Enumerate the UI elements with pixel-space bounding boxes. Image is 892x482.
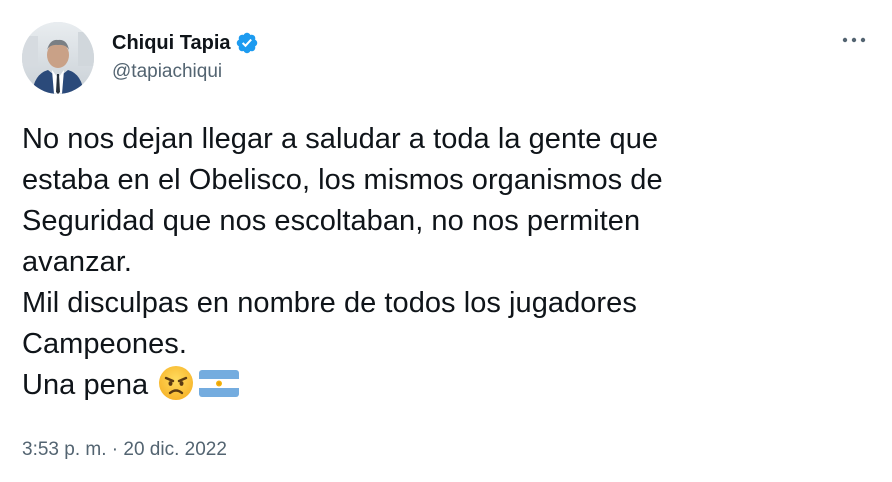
tweet-line: Mil disculpas en nombre de todos los jug… [22,287,637,319]
tweet-last-line: Una pena [22,365,872,406]
display-name[interactable]: Chiqui Tapia [112,30,231,56]
tweet-text: No nos dejan llegar a saludar a toda la … [22,119,872,406]
avatar-image [22,22,94,94]
tweet-line: No nos dejan llegar a saludar a toda la … [22,123,659,155]
tweet-line: Campeones. [22,328,187,360]
tweet-timestamp[interactable]: 3:53 p. m. · 20 dic. 2022 [22,436,227,464]
tweet-line: Seguridad que nos escoltaban, no nos per… [22,205,641,237]
tweet-header: Chiqui Tapia @tapiachiqui [112,30,259,84]
tweet-time[interactable]: 3:53 p. m. [22,439,107,460]
tweet-line: estaba en el Obelisco, los mismos organi… [22,164,663,196]
more-icon [842,37,866,43]
name-row: Chiqui Tapia [112,30,259,56]
user-handle[interactable]: @tapiachiqui [112,60,259,84]
angry-face-icon [158,365,194,401]
more-options-button[interactable] [838,28,870,52]
tweet-date[interactable]: 20 dic. 2022 [123,439,227,460]
argentina-flag-icon [198,365,240,401]
tweet-card: Chiqui Tapia @tapiachiqui No nos dejan l… [0,0,892,482]
separator-dot: · [111,439,119,460]
avatar[interactable] [22,22,94,94]
tweet-line: Una pena [22,369,149,401]
tweet-line: avanzar. [22,246,133,278]
verified-badge-icon [235,31,259,55]
